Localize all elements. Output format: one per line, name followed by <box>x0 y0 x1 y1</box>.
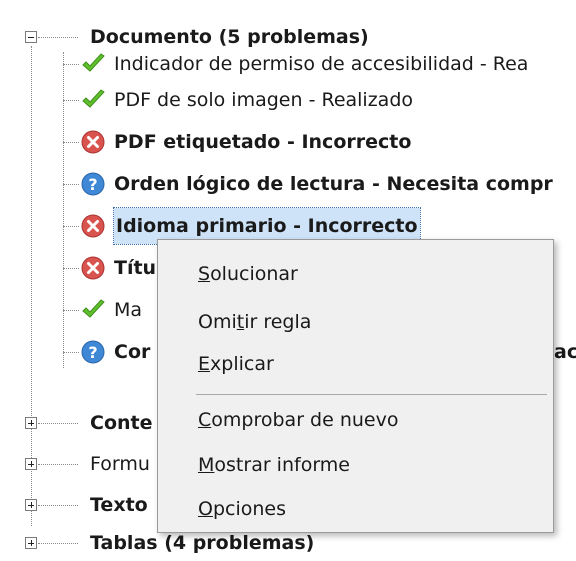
node-label: PDF etiquetado - Incorrecto <box>114 131 412 153</box>
help-icon: ? <box>80 339 106 365</box>
tree-node-rule[interactable]: ? Cor <box>80 334 150 370</box>
tree-branch <box>38 543 78 544</box>
node-label: Títu <box>114 257 157 279</box>
node-label: Formu <box>90 453 150 475</box>
check-icon <box>80 297 106 323</box>
menu-item-opciones[interactable]: Opciones <box>198 491 286 527</box>
expand-toggle[interactable] <box>25 537 37 549</box>
tree-branch <box>38 423 78 424</box>
menu-separator <box>196 394 547 395</box>
node-label: Conte <box>90 412 153 434</box>
tree-node-rule[interactable]: Ma <box>80 292 142 328</box>
tree-node-rule[interactable]: Indicador de permiso de accesibilidad - … <box>80 46 528 82</box>
node-label: Texto <box>90 494 148 516</box>
node-label: PDF de solo imagen - Realizado <box>114 89 414 111</box>
tree-branch <box>63 184 79 185</box>
node-label-tail: ac <box>554 341 576 363</box>
tree-node-section[interactable]: Texto <box>90 487 148 523</box>
node-label: Cor <box>114 341 151 363</box>
tree-branch <box>63 310 79 311</box>
menu-accel: C <box>198 409 212 431</box>
menu-text: olucionar <box>210 263 298 285</box>
tree-branch <box>63 64 79 65</box>
tree-branch <box>38 37 78 38</box>
tree-branch <box>38 464 78 465</box>
menu-text: Omi <box>198 311 237 333</box>
menu-text: ir regla <box>244 311 312 333</box>
node-label: Orden lógico de lectura - Necesita compr <box>114 173 553 195</box>
tree-node-rule[interactable]: PDF etiquetado - Incorrecto <box>80 124 411 160</box>
menu-text: xplicar <box>210 353 274 375</box>
menu-item-explicar[interactable]: Explicar <box>198 346 274 382</box>
context-menu: Solucionar Omitir regla Explicar Comprob… <box>157 239 554 533</box>
svg-text:?: ? <box>88 343 97 362</box>
error-icon <box>80 213 106 239</box>
check-icon <box>80 51 106 77</box>
expand-toggle[interactable] <box>25 499 37 511</box>
node-label: Ma <box>114 299 143 321</box>
tree-node-rule[interactable]: PDF de solo imagen - Realizado <box>80 82 413 118</box>
expand-toggle[interactable] <box>25 417 37 429</box>
menu-item-mostrar-informe[interactable]: Mostrar informe <box>198 447 350 483</box>
error-icon <box>80 129 106 155</box>
menu-item-omitir-regla[interactable]: Omitir regla <box>198 304 311 340</box>
menu-item-solucionar[interactable]: Solucionar <box>198 256 298 292</box>
menu-accel: M <box>198 454 215 476</box>
help-icon: ? <box>80 171 106 197</box>
tree-branch <box>63 142 79 143</box>
menu-text: ostrar informe <box>214 454 350 476</box>
expand-toggle[interactable] <box>25 458 37 470</box>
menu-accel: O <box>198 498 213 520</box>
menu-accel: E <box>198 353 211 375</box>
tree-node-rule[interactable]: ? Orden lógico de lectura - Necesita comp… <box>80 166 553 202</box>
tree-branch <box>63 100 79 101</box>
tree-node-section[interactable]: Formu <box>90 446 150 482</box>
check-icon <box>80 87 106 113</box>
svg-text:?: ? <box>88 175 97 194</box>
tree-line-root <box>31 46 32 526</box>
menu-text: pciones <box>212 498 287 520</box>
menu-accel: S <box>198 263 211 285</box>
collapse-toggle-documento[interactable] <box>25 31 37 43</box>
tree-node-rule[interactable]: Títu <box>80 250 156 286</box>
tree-branch <box>63 226 79 227</box>
node-label: Indicador de permiso de accesibilidad - … <box>114 53 529 75</box>
menu-item-comprobar-de-nuevo[interactable]: Comprobar de nuevo <box>198 402 398 438</box>
tree-branch <box>63 268 79 269</box>
tree-branch <box>63 352 79 353</box>
error-icon <box>80 255 106 281</box>
menu-text: omprobar de nuevo <box>211 409 399 431</box>
tree-node-section[interactable]: Conte <box>90 405 153 441</box>
tree-branch <box>38 505 78 506</box>
